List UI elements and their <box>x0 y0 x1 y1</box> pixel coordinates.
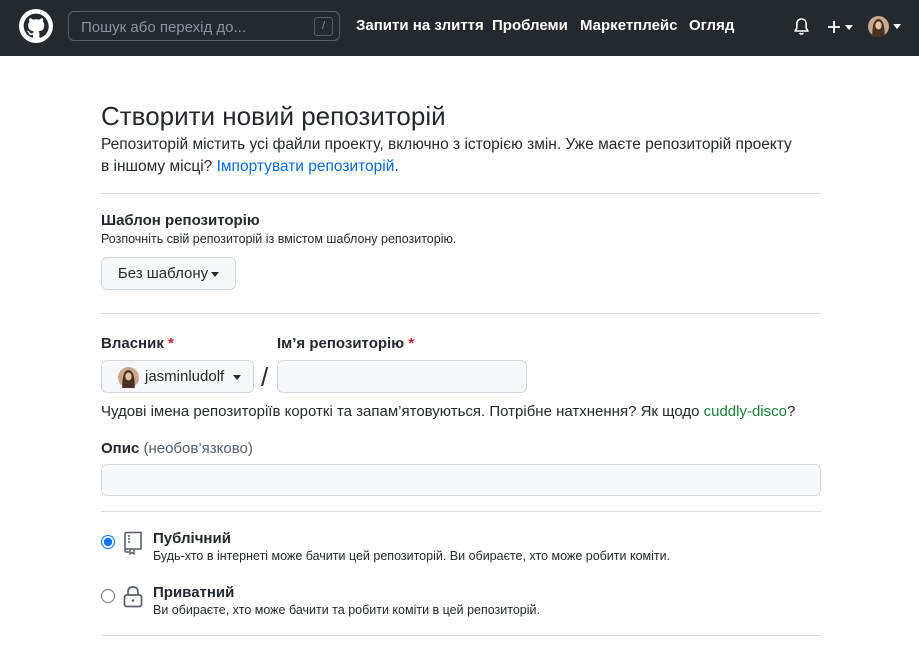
nav-marketplace[interactable]: Маркетплейс <box>580 17 677 34</box>
owner-repo-separator: / <box>261 362 269 392</box>
nav-explore[interactable]: Огляд <box>689 17 734 34</box>
template-select-value: Без шаблону <box>117 265 209 282</box>
nav-pull-requests[interactable]: Запити на злиття <box>356 17 484 34</box>
chevron-down-icon <box>845 25 853 30</box>
visibility-private-radio[interactable] <box>101 589 115 603</box>
divider <box>101 511 821 512</box>
search-box[interactable]: / <box>68 11 340 41</box>
required-mark: * <box>408 335 415 352</box>
hint-text: Чудові імена репозиторіїв короткі та зап… <box>101 403 704 420</box>
repo-name-hint: Чудові імена репозиторіїв короткі та зап… <box>101 403 795 420</box>
description-label: Опис (необов’язково) <box>101 440 253 457</box>
visibility-public-radio[interactable] <box>101 535 115 549</box>
owner-select-button[interactable]: jasminludolf <box>101 360 254 393</box>
visibility-public-title: Публічний <box>153 530 231 547</box>
user-menu[interactable] <box>868 16 904 38</box>
chevron-down-icon <box>893 24 901 29</box>
avatar <box>868 16 889 37</box>
bell-icon[interactable] <box>793 17 810 36</box>
page-title: Створити новий репозиторій <box>101 101 446 131</box>
divider <box>101 193 821 194</box>
visibility-private-desc: Ви обираєте, хто може бачити та робити к… <box>153 603 540 617</box>
template-select-button[interactable]: Без шаблону <box>101 257 236 290</box>
chevron-down-icon <box>211 271 220 277</box>
suggested-name-link[interactable]: cuddly-disco <box>704 403 787 420</box>
required-mark: * <box>168 335 174 352</box>
create-new-menu[interactable] <box>826 18 856 36</box>
chevron-down-icon <box>233 375 241 380</box>
search-input[interactable] <box>81 18 306 36</box>
import-repository-link[interactable]: Імпортувати репозиторій <box>217 158 395 175</box>
description-input[interactable] <box>101 464 821 496</box>
owner-select-value: jasminludolf <box>145 368 225 385</box>
divider <box>101 313 821 314</box>
lock-icon <box>123 586 143 608</box>
visibility-public-desc: Будь-хто в інтернеті може бачити цей реп… <box>153 549 671 563</box>
repo-name-input[interactable] <box>277 360 527 393</box>
github-logo-icon[interactable] <box>19 9 53 43</box>
owner-label-text: Власник <box>101 335 164 352</box>
plus-icon <box>828 21 840 33</box>
divider <box>101 635 821 636</box>
visibility-private-title: Приватний <box>153 584 235 601</box>
description-label-text: Опис <box>101 440 140 457</box>
owner-label: Власник * <box>101 335 174 352</box>
repo-icon <box>124 531 142 555</box>
hint-suffix: ? <box>786 403 796 420</box>
search-shortcut-key: / <box>314 17 333 36</box>
page-subtitle: Репозиторій містить усі файли проекту, в… <box>101 134 801 178</box>
top-header: / Запити на злиття Проблеми Маркетплейс … <box>0 0 919 56</box>
template-label: Шаблон репозиторію <box>101 212 260 229</box>
nav-issues[interactable]: Проблеми <box>492 17 568 34</box>
optional-note: (необов’язково) <box>143 440 253 457</box>
template-note: Розпочніть свій репозиторій із вмістом ш… <box>101 232 457 246</box>
subtitle-text: Репозиторій містить усі файли проекту, в… <box>101 136 792 175</box>
repo-name-label: Ім’я репозиторію * <box>277 335 414 352</box>
owner-avatar <box>118 367 139 388</box>
subtitle-period: . <box>394 158 399 175</box>
repo-name-label-text: Ім’я репозиторію <box>277 335 405 352</box>
